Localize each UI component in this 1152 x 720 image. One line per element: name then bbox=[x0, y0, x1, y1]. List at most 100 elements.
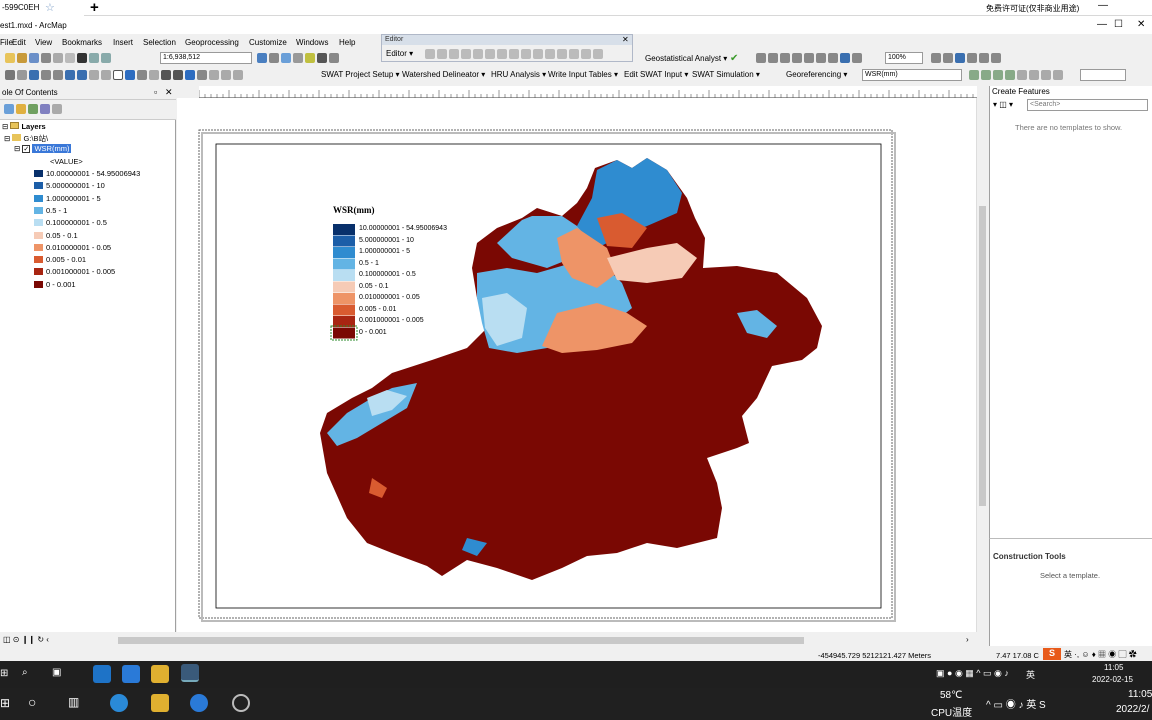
watershed-delineator-menu[interactable]: Watershed Delineator ▾ bbox=[402, 70, 485, 79]
map-legend-title: WSR(mm) bbox=[333, 205, 375, 215]
map-legend-swatch bbox=[333, 270, 355, 281]
arcmap-taskbar-icon[interactable] bbox=[181, 664, 199, 682]
toc-class-swatch[interactable] bbox=[34, 243, 43, 251]
editor-tool-icons[interactable] bbox=[424, 49, 604, 59]
star-icon[interactable]: ☆ bbox=[45, 1, 55, 14]
toc-class-label: 0.5 - 1 bbox=[46, 205, 68, 215]
toc-class-swatch[interactable] bbox=[34, 194, 43, 202]
toc-layers-row[interactable]: ⊟ Layers bbox=[2, 122, 46, 131]
toc-class-label: 0.001000001 - 0.005 bbox=[46, 267, 116, 277]
maximize-icon[interactable]: ☐ bbox=[1114, 19, 1123, 30]
edit-swat-input-menu[interactable]: Edit SWAT Input ▾ bbox=[624, 70, 688, 79]
toc-layer-row[interactable]: ⊟ ✓ WSR(mm) bbox=[14, 144, 72, 153]
editor-menu[interactable]: Editor ▾ bbox=[386, 49, 413, 58]
close-icon[interactable]: ✕ bbox=[1137, 19, 1145, 30]
toc-view-icons[interactable] bbox=[3, 104, 63, 114]
georeferencing-menu[interactable]: Georeferencing ▾ bbox=[786, 70, 847, 79]
template-search-input[interactable]: <Search> bbox=[1027, 99, 1148, 111]
menu-windows[interactable]: Windows bbox=[296, 38, 328, 47]
editor-close-icon[interactable]: ✕ bbox=[622, 35, 629, 44]
ime-tool-icons[interactable]: 英 ·, ☺ ♦ ▦ ◉ ▢ ✿ bbox=[1064, 649, 1137, 660]
layout-view[interactable]: WSR(mm) 10.00000001 - 54.95006943 5.00000… bbox=[177, 98, 977, 632]
tray-icons-2[interactable]: ^ ▭ ◉ ♪ 英 S bbox=[986, 696, 1046, 711]
teamviewer-icon[interactable] bbox=[122, 665, 140, 683]
navigation-tool-icons[interactable] bbox=[4, 70, 244, 80]
toc-class-swatch[interactable] bbox=[34, 280, 43, 288]
map-legend-label: 0.5 - 1 bbox=[359, 259, 379, 267]
minimize-tab-icon[interactable]: — bbox=[1098, 0, 1108, 11]
toc-class-swatch[interactable] bbox=[34, 182, 43, 190]
layout-tool-icons[interactable] bbox=[755, 53, 863, 63]
zoom-combo[interactable]: 100% bbox=[885, 52, 923, 64]
layer-label[interactable]: WSR(mm) bbox=[32, 144, 72, 153]
clock-time-2: 11:05 bbox=[1128, 689, 1152, 700]
layers-label: Layers bbox=[21, 122, 46, 131]
layout-canvas bbox=[198, 129, 896, 622]
swat-simulation-menu[interactable]: SWAT Simulation ▾ bbox=[692, 70, 760, 79]
task-view-icon-2[interactable]: ▥ bbox=[68, 695, 79, 709]
toc-class-swatch[interactable] bbox=[34, 219, 43, 227]
scale-combo[interactable]: 1:6,938,512 bbox=[160, 52, 252, 64]
menu-view[interactable]: View bbox=[35, 38, 52, 47]
georef-input[interactable] bbox=[1080, 69, 1126, 81]
menu-bookmarks[interactable]: Bookmarks bbox=[62, 38, 102, 47]
scroll-right-icon[interactable]: › bbox=[966, 635, 969, 644]
vertical-scrollbar[interactable] bbox=[976, 98, 988, 632]
georef-tool-icons[interactable] bbox=[968, 70, 1064, 80]
start-icon[interactable]: ⊞ bbox=[0, 696, 10, 710]
file-explorer-icon[interactable] bbox=[151, 665, 169, 683]
toc-class-label: 0 - 0.001 bbox=[46, 279, 76, 289]
toc-folder-row[interactable]: ⊟ G:\B站\ bbox=[4, 133, 48, 144]
toc-class-swatch[interactable] bbox=[34, 231, 43, 239]
minimize-icon[interactable]: — bbox=[1097, 19, 1107, 30]
toc-class-swatch[interactable] bbox=[34, 268, 43, 276]
menu-selection[interactable]: Selection bbox=[143, 38, 176, 47]
hru-analysis-menu[interactable]: HRU Analysis ▾ bbox=[491, 70, 546, 79]
folder-icon[interactable] bbox=[151, 694, 169, 712]
horizontal-scroll-thumb[interactable] bbox=[118, 637, 804, 644]
geostatistical-analyst-menu[interactable]: Geostatistical Analyst ▾ bbox=[645, 54, 727, 63]
menu-insert[interactable]: Insert bbox=[113, 38, 133, 47]
standard-tool-icons[interactable] bbox=[4, 53, 112, 63]
ime-indicator[interactable]: 英 bbox=[1026, 668, 1035, 681]
clock-date-2: 2022/2/ bbox=[1116, 704, 1150, 715]
swat-project-setup-menu[interactable]: SWAT Project Setup ▾ bbox=[321, 70, 400, 79]
menu-customize[interactable]: Customize bbox=[249, 38, 287, 47]
toc-close-icon[interactable]: ✕ bbox=[165, 87, 173, 98]
cortana-icon[interactable]: ○ bbox=[28, 694, 36, 710]
toc-class-swatch[interactable] bbox=[34, 170, 43, 177]
license-note: 免费许可证(仅非商业用途) bbox=[986, 4, 1080, 13]
tray-icons[interactable]: ▣ ● ◉ ▦ ^ ▭ ◉ ♪ bbox=[936, 668, 1009, 679]
map-legend-label: 10.00000001 - 54.95006943 bbox=[359, 225, 447, 232]
menu-help[interactable]: Help bbox=[339, 38, 355, 47]
layout-tool-icons-2[interactable] bbox=[930, 53, 1002, 63]
check-icon[interactable]: ✔ bbox=[730, 53, 738, 64]
obs-icon[interactable] bbox=[232, 694, 250, 712]
menu-geoprocessing[interactable]: Geoprocessing bbox=[185, 38, 239, 47]
windows-start-icon[interactable]: ⊞ bbox=[0, 668, 8, 679]
horizontal-scrollbar[interactable]: ◫ ⊙ ❙❙ ↻ ‹ › bbox=[0, 633, 985, 647]
new-tab-icon[interactable]: + bbox=[90, 0, 99, 16]
georef-layer-combo[interactable]: WSR(mm) bbox=[862, 69, 962, 81]
toc-autohide-icon[interactable]: ▫ bbox=[154, 87, 157, 97]
toc-class-swatch[interactable] bbox=[34, 206, 43, 214]
standard-tool-icons-2[interactable] bbox=[256, 53, 340, 63]
browser-tab[interactable]: -599C0EH bbox=[0, 0, 84, 16]
map-legend-label: 0.100000001 - 0.5 bbox=[359, 271, 416, 278]
top-tab-bar: -599C0EH ☆ + 免费许可证(仅非商业用途) — bbox=[0, 0, 1152, 16]
teamviewer-icon-2[interactable] bbox=[190, 694, 208, 712]
create-features-tool-icons[interactable]: ▾ ◫ ▾ bbox=[993, 100, 1013, 109]
temperature: 58℃ bbox=[940, 690, 963, 701]
menu-edit[interactable]: Edit bbox=[12, 38, 26, 47]
create-features-title: Create Features bbox=[992, 87, 1050, 96]
page-nav-icons[interactable]: ◫ ⊙ ❙❙ ↻ ‹ bbox=[3, 635, 49, 644]
menu-file[interactable]: File bbox=[0, 38, 13, 47]
ime-logo-icon[interactable]: S bbox=[1043, 648, 1061, 660]
edge-icon-2[interactable] bbox=[110, 694, 128, 712]
vertical-scroll-thumb[interactable] bbox=[979, 206, 986, 506]
search-icon[interactable]: ⌕ bbox=[22, 667, 28, 678]
task-view-icon[interactable]: ▣ bbox=[52, 667, 61, 678]
toc-class-swatch[interactable] bbox=[34, 256, 43, 264]
write-input-tables-menu[interactable]: Write Input Tables ▾ bbox=[548, 70, 618, 79]
edge-icon[interactable] bbox=[93, 665, 111, 683]
